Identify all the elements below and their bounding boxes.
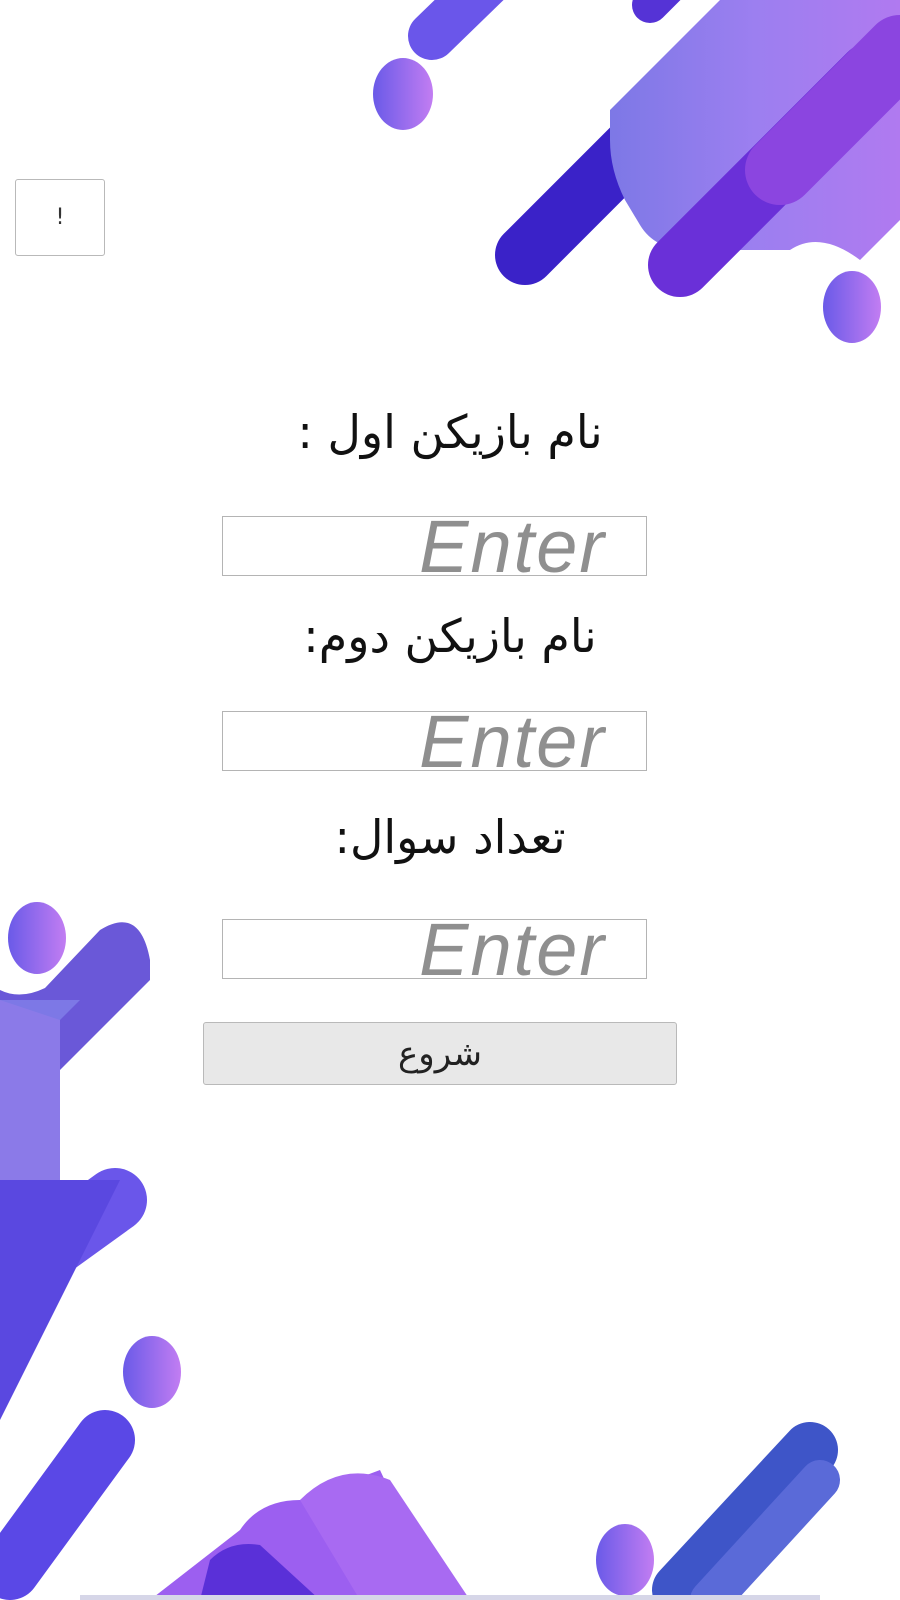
left-shapes [0,902,181,1600]
player2-name-label: نام بازیکن دوم: [303,609,597,663]
player1-name-label: نام بازیکن اول : [297,405,603,459]
question-count-label: تعداد سوال: [334,810,566,864]
question-count-field[interactable] [222,919,647,979]
question-count-input[interactable] [223,920,646,978]
bottom-shapes [80,1422,840,1600]
player2-name-field[interactable] [222,711,647,771]
top-right-shapes [373,0,900,343]
app-screen: ! نام بازیکن اول : نام بازیکن دوم: تعداد… [0,0,900,1600]
player1-name-field[interactable] [222,516,647,576]
start-button[interactable]: شروع [203,1022,677,1085]
player1-name-input[interactable] [223,517,646,575]
player2-name-input[interactable] [223,712,646,770]
background-decoration [0,0,900,1600]
info-button[interactable]: ! [15,179,105,256]
